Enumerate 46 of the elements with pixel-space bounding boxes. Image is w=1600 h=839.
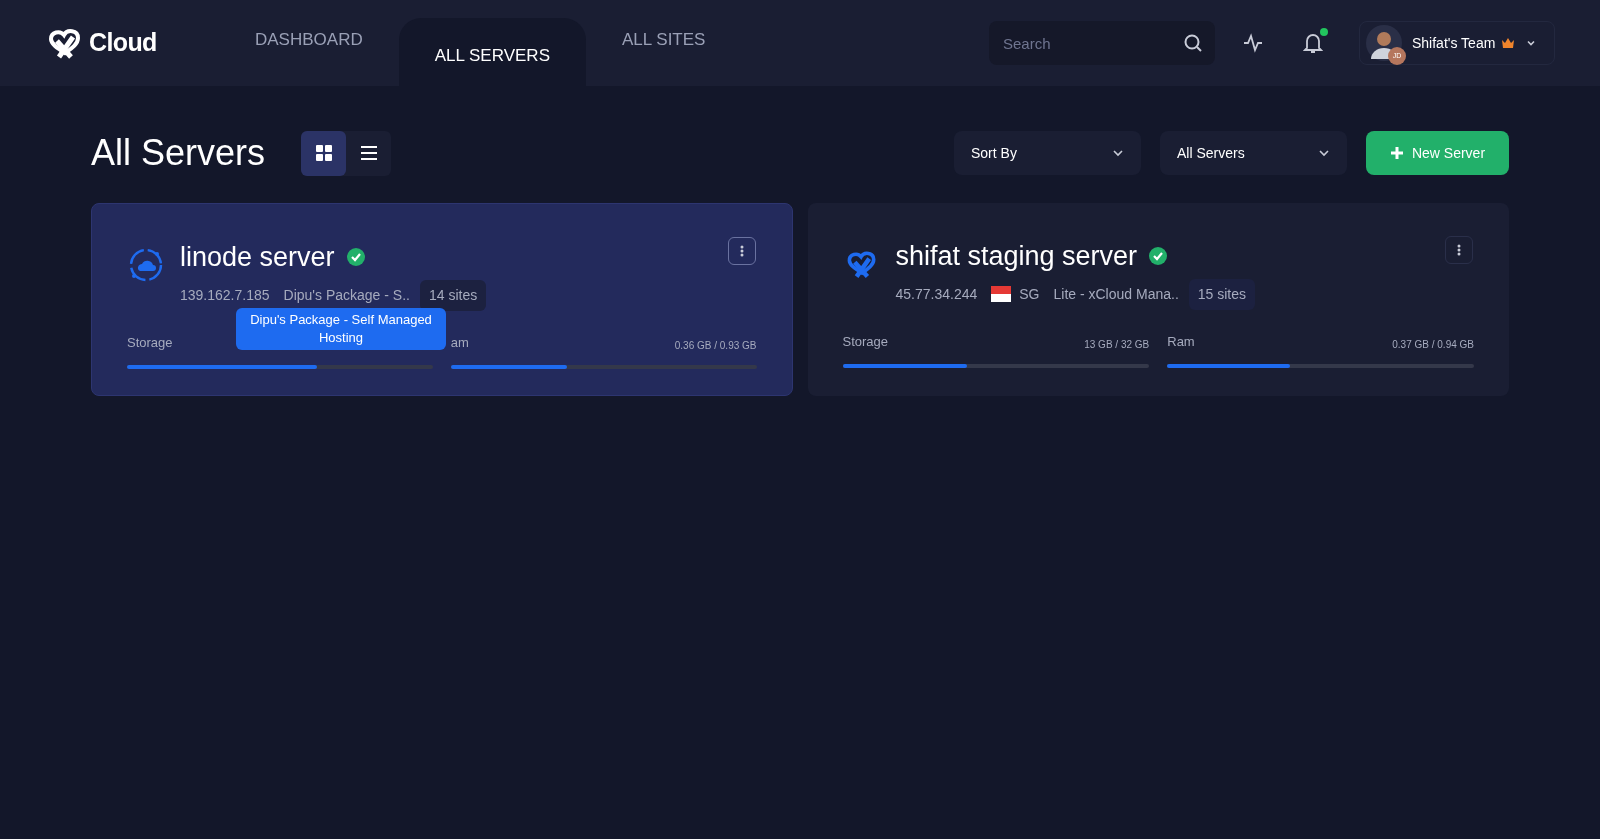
server-name: linode server bbox=[180, 241, 335, 274]
search-field[interactable]: Search bbox=[989, 21, 1215, 65]
team-name: Shifat's Team bbox=[1412, 33, 1496, 53]
more-menu-button[interactable] bbox=[1445, 236, 1473, 264]
tooltip: Dipu's Package - Self Managed Hosting bbox=[236, 308, 446, 350]
list-view-icon bbox=[359, 145, 378, 161]
nav-tab[interactable]: DASHBOARD bbox=[219, 0, 399, 86]
plus-icon bbox=[1389, 146, 1404, 160]
server-name: shifat staging server bbox=[895, 240, 1138, 273]
nav-tab[interactable]: ALL SERVERS bbox=[398, 18, 586, 86]
more-menu-button[interactable] bbox=[727, 237, 756, 265]
view-toggle[interactable] bbox=[301, 130, 346, 176]
chevron-down-icon bbox=[1318, 147, 1330, 159]
filter-dropdown[interactable]: All Servers bbox=[1160, 131, 1347, 175]
logo-text: Cloud bbox=[89, 27, 157, 59]
sites-count: 15 sites bbox=[1188, 278, 1256, 310]
activity-icon[interactable] bbox=[1243, 33, 1263, 53]
meter-label: am bbox=[450, 334, 469, 352]
crown-icon bbox=[1501, 37, 1516, 49]
more-vertical-icon bbox=[1457, 244, 1461, 256]
page-title: All Servers bbox=[91, 131, 267, 175]
server-card[interactable]: linode server 139.162.7.185 Dipu's Package - S.. 14 sites Storage am 0.36 GB / 0.93 GB Dipu's Package - Self Managed Hosting bbox=[91, 203, 793, 396]
meter-label: Ram bbox=[1167, 333, 1195, 351]
cloud-sync-icon bbox=[128, 247, 164, 283]
search-icon[interactable] bbox=[1183, 33, 1203, 53]
dropdown-value: Sort By bbox=[971, 143, 1017, 163]
sort-dropdown[interactable]: Sort By bbox=[954, 131, 1141, 175]
grid-view-icon bbox=[314, 144, 333, 162]
chevron-down-icon bbox=[1112, 147, 1124, 159]
flag-icon bbox=[991, 286, 1012, 302]
plan-name: Dipu's Package - S.. bbox=[283, 285, 410, 305]
meter-label: Storage bbox=[842, 333, 889, 351]
dropdown-value: All Servers bbox=[1177, 143, 1245, 163]
meter-reading: 0.36 GB / 0.93 GB bbox=[674, 338, 757, 353]
ip-address: 45.77.34.244 bbox=[895, 284, 978, 304]
nav-tab[interactable]: ALL SITES bbox=[585, 0, 742, 86]
plan-name: Lite - xCloud Mana.. bbox=[1053, 284, 1179, 304]
server-card[interactable]: shifat staging server 45.77.34.244 SG Lite - xCloud Mana.. 15 sites Storage 13 GB / 32 GB Ram 0.37 GB / 0.94 GB bbox=[807, 203, 1509, 396]
sites-count: 14 sites bbox=[419, 279, 487, 311]
ip-address: 139.162.7.185 bbox=[180, 285, 270, 305]
bell-icon[interactable] bbox=[1303, 32, 1323, 54]
meter-label: Storage bbox=[127, 334, 173, 352]
more-vertical-icon bbox=[739, 245, 744, 257]
region-code: SG bbox=[1019, 284, 1040, 304]
meter-reading: 13 GB / 32 GB bbox=[1084, 337, 1150, 352]
meter-reading: 0.37 GB / 0.94 GB bbox=[1392, 337, 1474, 352]
